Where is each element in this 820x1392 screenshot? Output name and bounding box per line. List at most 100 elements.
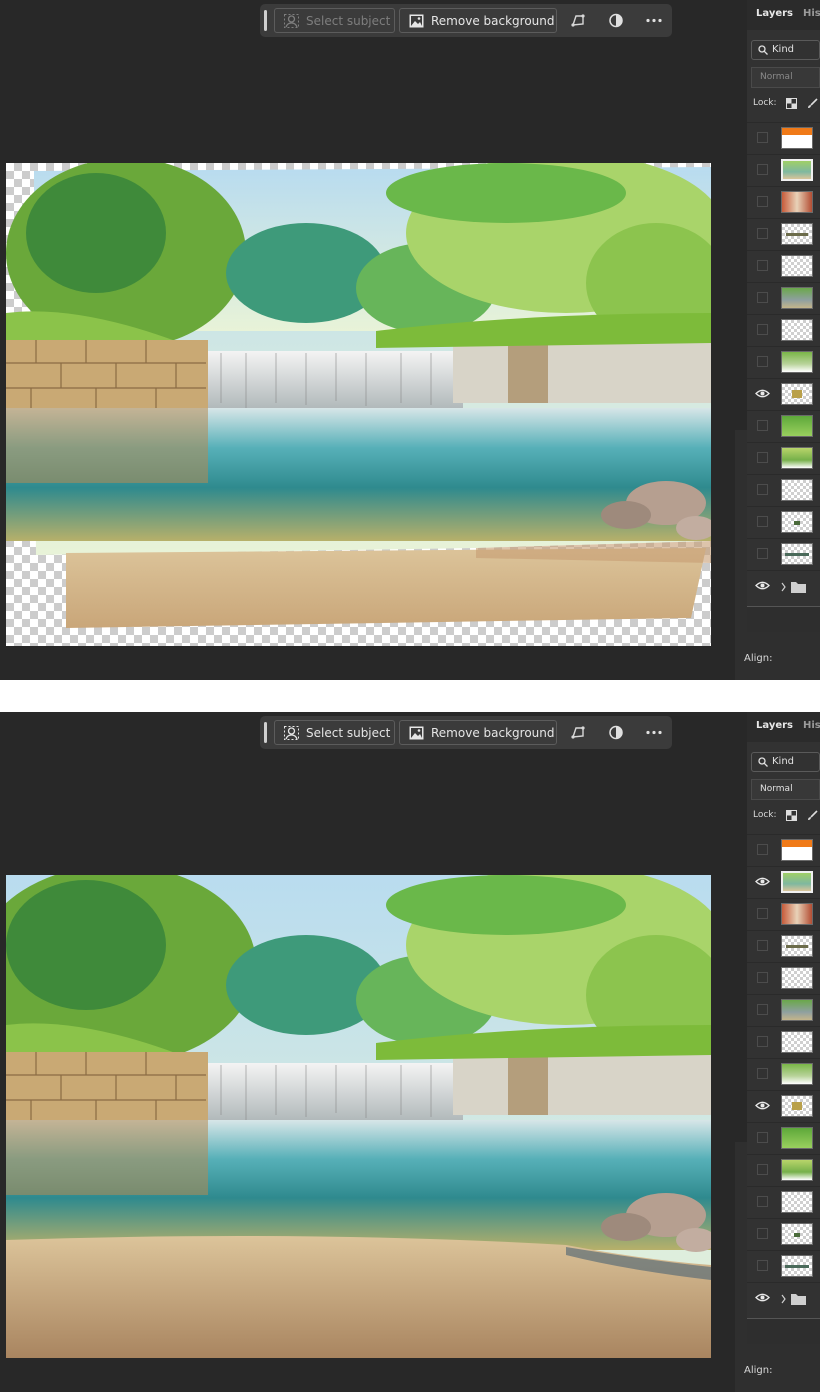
visibility-toggle[interactable] [757, 420, 768, 431]
visibility-toggle[interactable] [757, 1132, 768, 1143]
visibility-toggle[interactable] [757, 972, 768, 983]
layer-group-row[interactable] [747, 1282, 820, 1313]
document-canvas[interactable] [6, 875, 711, 1358]
blend-mode-select[interactable]: Normal [751, 67, 820, 88]
layer-row[interactable] [747, 930, 820, 961]
taskbar-drag-handle[interactable] [264, 722, 267, 743]
layer-row[interactable] [747, 1090, 820, 1121]
visibility-toggle[interactable] [757, 908, 768, 919]
visibility-toggle[interactable] [757, 484, 768, 495]
remove-background-label: Remove background [431, 14, 555, 28]
blend-mode-select[interactable]: Normal [751, 779, 820, 800]
document-canvas[interactable] [6, 163, 711, 646]
visibility-toggle[interactable] [757, 228, 768, 239]
layers-panel: Layers Hist Kind Normal Lock: [747, 712, 820, 1345]
tab-layers[interactable]: Layers [747, 712, 801, 742]
more-icon[interactable] [643, 10, 665, 31]
align-label: Align: [744, 653, 773, 664]
visibility-toggle[interactable] [757, 1196, 768, 1207]
layer-row[interactable] [747, 282, 820, 313]
select-subject-button[interactable]: Select subject [274, 8, 395, 33]
visibility-toggle[interactable] [757, 324, 768, 335]
layer-row[interactable] [747, 1058, 820, 1089]
layer-row[interactable] [747, 378, 820, 409]
tab-layers[interactable]: Layers [747, 0, 801, 30]
search-icon [758, 45, 768, 55]
layer-row[interactable] [747, 994, 820, 1025]
layer-row[interactable] [747, 538, 820, 569]
layer-row[interactable] [747, 442, 820, 473]
layer-row[interactable] [747, 186, 820, 217]
brush-icon[interactable] [807, 98, 818, 109]
remove-background-button[interactable]: Remove background [399, 720, 557, 745]
remove-background-button[interactable]: Remove background [399, 8, 557, 33]
visibility-toggle[interactable] [757, 164, 768, 175]
visibility-toggle[interactable] [757, 1260, 768, 1271]
visibility-toggle[interactable] [757, 1164, 768, 1175]
checker-icon[interactable] [786, 810, 797, 821]
visibility-toggle[interactable] [757, 1068, 768, 1079]
visibility-toggle[interactable] [757, 292, 768, 303]
layer-thumbnail [781, 839, 813, 861]
layer-group-row[interactable] [747, 570, 820, 601]
layer-row[interactable] [747, 1250, 820, 1281]
tab-history[interactable]: Hist [803, 720, 820, 731]
visibility-toggle[interactable] [757, 356, 768, 367]
visibility-toggle[interactable] [757, 196, 768, 207]
image-icon [409, 726, 424, 740]
editor-window-after: Select subject Remove background Layers … [0, 712, 820, 1392]
visibility-toggle[interactable] [757, 844, 768, 855]
crop-shape-icon[interactable] [567, 722, 589, 743]
layer-row[interactable] [747, 898, 820, 929]
layer-row[interactable] [747, 474, 820, 505]
visibility-toggle[interactable] [757, 452, 768, 463]
layer-row[interactable] [747, 506, 820, 537]
layer-row[interactable] [747, 962, 820, 993]
eye-icon[interactable] [755, 1292, 770, 1303]
visibility-toggle[interactable] [757, 1004, 768, 1015]
panel-tab-bar: Layers Hist [747, 712, 820, 742]
layer-row[interactable] [747, 122, 820, 153]
layer-row[interactable] [747, 250, 820, 281]
layer-filter-kind[interactable]: Kind [751, 752, 820, 772]
eye-icon[interactable] [755, 876, 770, 887]
layer-row[interactable] [747, 866, 820, 897]
taskbar-drag-handle[interactable] [264, 10, 267, 31]
layer-row[interactable] [747, 1218, 820, 1249]
layer-thumbnail [781, 1095, 813, 1117]
eye-icon[interactable] [755, 388, 770, 399]
tab-history[interactable]: Hist [803, 8, 820, 19]
filter-label: Kind [772, 756, 795, 767]
more-icon[interactable] [643, 722, 665, 743]
visibility-toggle[interactable] [757, 940, 768, 951]
visibility-toggle[interactable] [757, 548, 768, 559]
layer-row[interactable] [747, 314, 820, 345]
visibility-toggle[interactable] [757, 1036, 768, 1047]
eye-icon[interactable] [755, 1100, 770, 1111]
select-subject-button[interactable]: Select subject [274, 720, 395, 745]
layer-row[interactable] [747, 1186, 820, 1217]
layer-filter-kind[interactable]: Kind [751, 40, 820, 60]
eye-icon[interactable] [755, 580, 770, 591]
layer-row[interactable] [747, 346, 820, 377]
layer-row[interactable] [747, 410, 820, 441]
crop-shape-icon[interactable] [567, 10, 589, 31]
visibility-toggle[interactable] [757, 516, 768, 527]
layer-row[interactable] [747, 1154, 820, 1185]
contrast-icon[interactable] [605, 10, 627, 31]
layer-row[interactable] [747, 154, 820, 185]
panel-tab-bar: Layers Hist [747, 0, 820, 30]
brush-icon[interactable] [807, 810, 818, 821]
align-label: Align: [744, 1365, 773, 1376]
folder-icon[interactable] [781, 580, 807, 594]
layer-row[interactable] [747, 1026, 820, 1057]
contrast-icon[interactable] [605, 722, 627, 743]
visibility-toggle[interactable] [757, 260, 768, 271]
layer-row[interactable] [747, 218, 820, 249]
layer-row[interactable] [747, 1122, 820, 1153]
visibility-toggle[interactable] [757, 132, 768, 143]
visibility-toggle[interactable] [757, 1228, 768, 1239]
layer-row[interactable] [747, 834, 820, 865]
folder-icon[interactable] [781, 1292, 807, 1306]
checker-icon[interactable] [786, 98, 797, 109]
